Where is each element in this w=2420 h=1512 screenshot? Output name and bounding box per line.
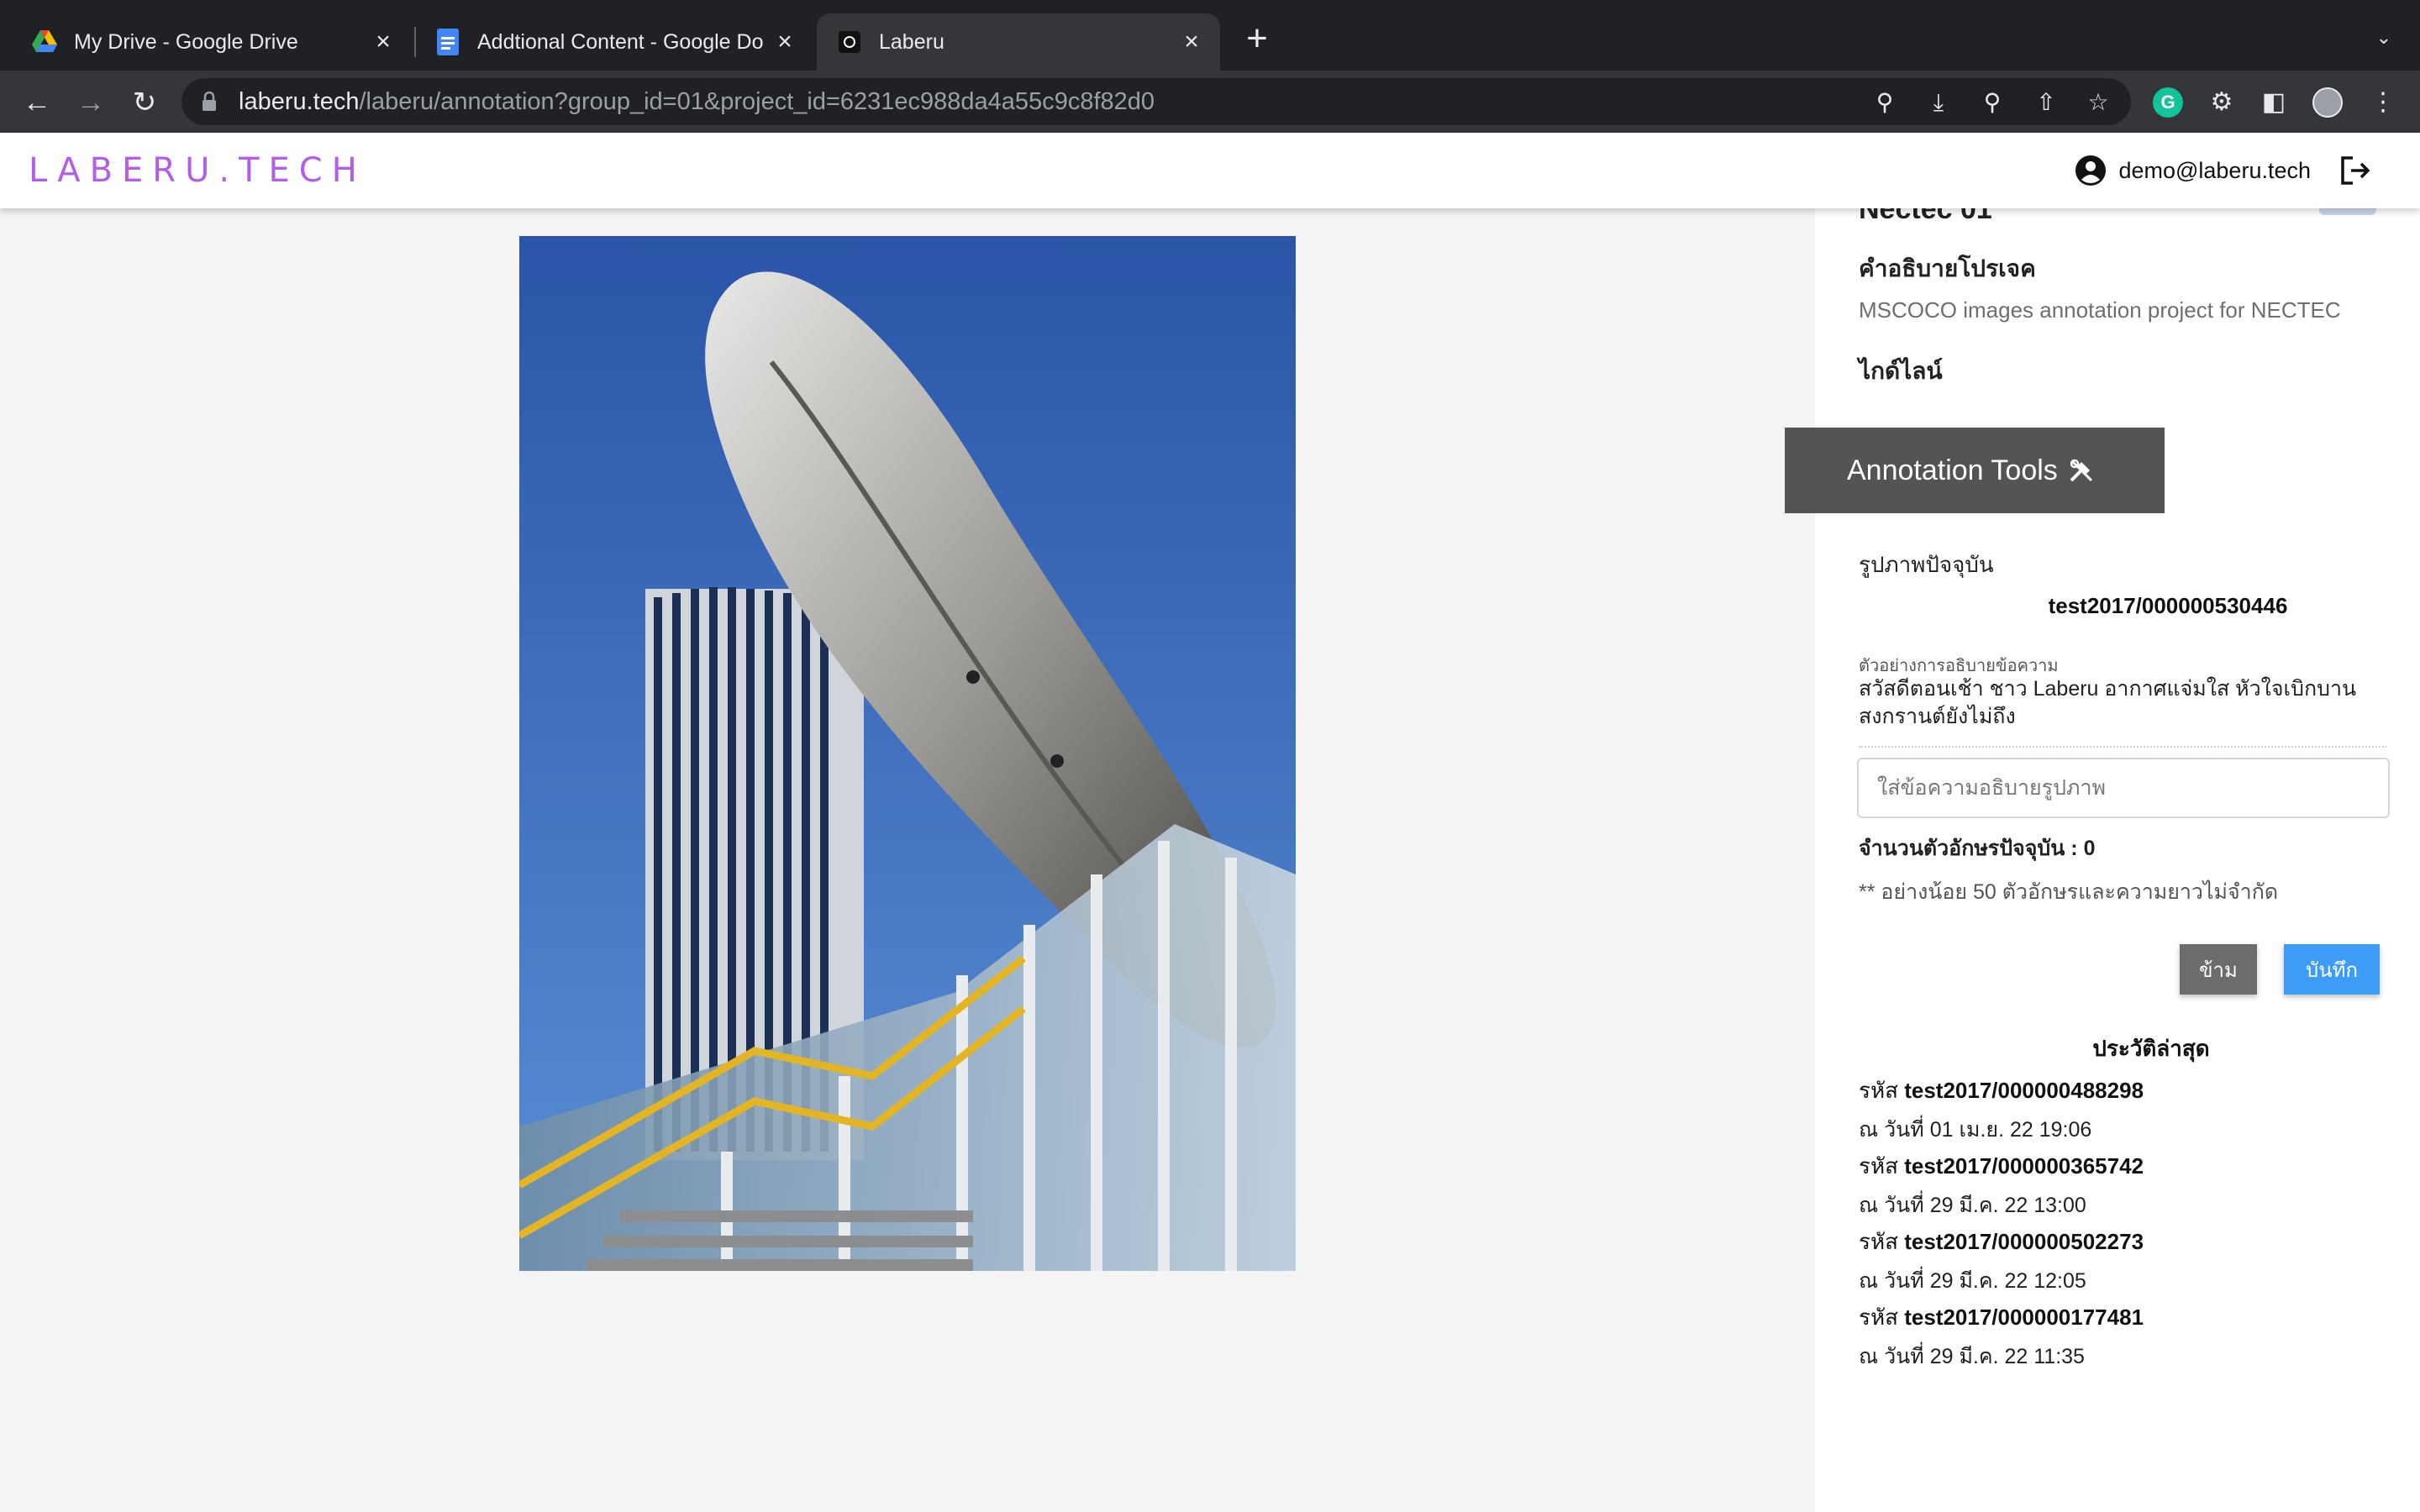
tab-separator (414, 27, 416, 57)
grammarly-icon[interactable]: G (2153, 87, 2183, 118)
reload-icon[interactable]: ↻ (128, 86, 161, 119)
new-tab-button[interactable]: + (1240, 20, 1274, 57)
zoom-icon[interactable]: ⚲ (1980, 90, 2005, 115)
url-text: laberu.tech/laberu/annotation?group_id=0… (239, 88, 1155, 115)
history-item-date: ณ วันที่ 29 มี.ค. 22 12:05 (1859, 1269, 2086, 1293)
tab-laberu[interactable]: Laberu × (817, 13, 1220, 71)
guideline-heading[interactable]: ไกด์ไลน์ (1859, 353, 1943, 390)
tab-title: Addtional Content - Google Do (477, 29, 764, 54)
lock-icon (203, 92, 216, 111)
annotation-tools-label: Annotation Tools (1847, 454, 2058, 486)
browser-tab-bar: My Drive - Google Drive × Addtional Cont… (0, 0, 2420, 71)
address-bar[interactable]: laberu.tech/laberu/annotation?group_id=0… (182, 78, 2131, 125)
more-menu-icon[interactable]: ⋮ (2368, 87, 2398, 118)
user-info: demo@laberu.tech (2075, 155, 2311, 186)
install-app-icon[interactable]: ⤓ (1926, 90, 1951, 115)
save-button[interactable]: บันทึก (2284, 944, 2380, 995)
tab-google-docs[interactable]: Addtional Content - Google Do × (417, 13, 813, 71)
tab-title: Laberu (879, 29, 944, 54)
char-count: จำนวนตัวอักษรปัจจุบัน : 0 (1859, 837, 2096, 860)
min-length-note: ** อย่างน้อย 50 ตัวอักษรและความยาวไม่จำก… (1859, 880, 2279, 904)
example-text: สวัสดีตอนเช้า ชาว Laberu อากาศแจ่มใส หัว… (1859, 677, 2357, 728)
back-arrow-icon[interactable]: ← (20, 86, 54, 119)
history-item-id: test2017/000000365742 (1904, 1153, 2144, 1179)
annotation-image (519, 236, 1296, 1271)
caption-input[interactable] (1857, 758, 2390, 818)
logout-icon[interactable] (2338, 153, 2373, 188)
google-drive-icon (32, 29, 57, 55)
history-item-date: ณ วันที่ 29 มี.ค. 22 11:35 (1859, 1345, 2085, 1368)
history-item[interactable]: รหัส test2017/000000365742 ณ วันที่ 29 ม… (1859, 1149, 2380, 1225)
browser-toolbar: ← → ↻ laberu.tech/laberu/annotation?grou… (0, 71, 2420, 133)
google-docs-icon (435, 29, 460, 55)
user-account-icon (2075, 155, 2107, 186)
side-panel-icon[interactable]: ◧ (2259, 87, 2289, 118)
tab-google-drive[interactable]: My Drive - Google Drive × (0, 13, 412, 71)
extensions-puzzle-icon[interactable]: ⚙ (2207, 87, 2237, 118)
current-image-id: test2017/000000530446 (2048, 593, 2288, 618)
chevron-down-icon[interactable]: ⌄ (2376, 27, 2391, 49)
key-icon[interactable]: ⚲ (1872, 90, 1897, 115)
history-item[interactable]: รหัส test2017/000000488298 ณ วันที่ 01 เ… (1859, 1074, 2380, 1149)
profile-avatar[interactable] (2312, 87, 2343, 118)
history-title: ประวัติล่าสุด (2092, 1036, 2210, 1061)
app-header: LABERU.TECH demo@laberu.tech (0, 133, 2420, 208)
annotation-side-panel: Nectec 01 คำอธิบายโปรเจค MSCOCO images a… (1785, 193, 2420, 1512)
history-item-date: ณ วันที่ 29 มี.ค. 22 13:00 (1859, 1194, 2086, 1217)
project-action-button[interactable] (2319, 208, 2376, 215)
user-email: demo@laberu.tech (2118, 157, 2311, 183)
annotation-tools-button[interactable]: Annotation Tools (1785, 428, 2165, 513)
tab-title: My Drive - Google Drive (74, 29, 298, 54)
history-item-date: ณ วันที่ 01 เม.ย. 22 19:06 (1859, 1118, 2092, 1142)
forward-arrow-icon[interactable]: → (74, 86, 108, 119)
share-icon[interactable]: ⇧ (2033, 90, 2059, 115)
history-item[interactable]: รหัส test2017/000000177481 ณ วันที่ 29 ม… (1859, 1300, 2380, 1376)
description-heading: คำอธิบายโปรเจค (1859, 255, 2036, 281)
history-item-id: test2017/000000177481 (1904, 1305, 2144, 1330)
history-item[interactable]: รหัส test2017/000000502273 ณ วันที่ 29 ม… (1859, 1225, 2380, 1300)
current-image-label: รูปภาพปัจจุบัน (1859, 552, 1994, 577)
close-icon[interactable]: × (1178, 29, 1205, 55)
app-logo[interactable]: LABERU.TECH (29, 151, 366, 190)
tools-icon (2070, 459, 2092, 482)
bookmark-star-icon[interactable]: ☆ (2086, 90, 2111, 115)
skip-button[interactable]: ข้าม (2180, 944, 2257, 995)
history-item-id: test2017/000000488298 (1904, 1078, 2144, 1103)
project-description: MSCOCO images annotation project for NEC… (1859, 297, 2341, 323)
history-list: รหัส test2017/000000488298 ณ วันที่ 01 เ… (1859, 1074, 2380, 1376)
char-count-value: 0 (2083, 837, 2096, 860)
history-item-id: test2017/000000502273 (1904, 1229, 2144, 1254)
divider (1859, 746, 2386, 748)
laberu-favicon (837, 29, 862, 55)
close-icon[interactable]: × (771, 29, 798, 55)
close-icon[interactable]: × (370, 29, 397, 55)
